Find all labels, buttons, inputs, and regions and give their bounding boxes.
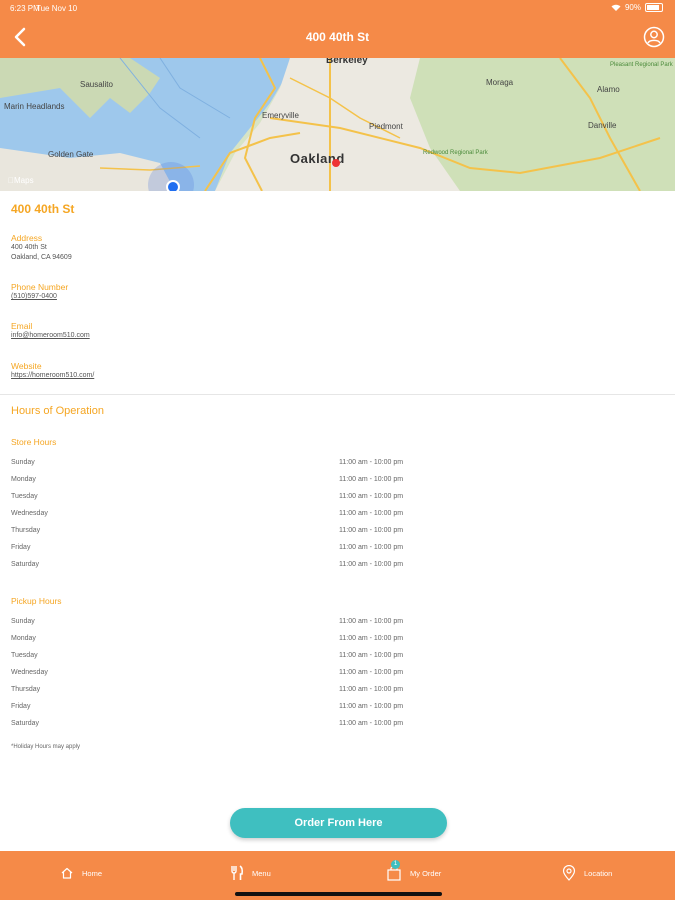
day-label: Saturday (11, 561, 40, 568)
holiday-note: *Holiday Hours may apply (11, 744, 81, 750)
map-label-alamo: Alamo (597, 85, 620, 94)
day-label: Friday (11, 703, 31, 710)
order-count-badge: 1 (391, 860, 400, 869)
store-hours-row: Friday 11:00 am - 10:00 pm (0, 544, 675, 556)
wifi-icon (611, 4, 621, 11)
location-icon (562, 865, 576, 881)
order-from-here-button[interactable]: Order From Here (230, 808, 447, 838)
header-bar: 6:23 PM Tue Nov 10 90% 400 40th St (0, 0, 675, 58)
pickup-hours-row: Thursday 11:00 am - 10:00 pm (0, 686, 675, 698)
phone-label: Phone Number (11, 282, 69, 292)
tab-menu-label: Menu (252, 868, 271, 878)
hours-value: 11:00 am - 10:00 pm (339, 618, 404, 625)
day-label: Saturday (11, 720, 40, 727)
day-label: Sunday (11, 459, 35, 466)
battery-percent: 90% (624, 3, 641, 12)
address-label: Address (11, 233, 43, 243)
section-divider (0, 394, 675, 395)
hours-value: 11:00 am - 10:00 pm (339, 544, 404, 551)
day-label: Wednesday (11, 510, 48, 517)
hours-value: 11:00 am - 10:00 pm (339, 476, 404, 483)
hours-value: 11:00 am - 10:00 pm (339, 527, 404, 534)
map-label-emeryville: Emeryville (262, 111, 299, 120)
tab-home-label: Home (82, 868, 103, 878)
day-label: Monday (11, 476, 36, 483)
store-hours-row: Thursday 11:00 am - 10:00 pm (0, 527, 675, 539)
map-label-redwood: Redwood Regional Park (423, 150, 488, 156)
hours-value: 11:00 am - 10:00 pm (339, 669, 404, 676)
hours-value: 11:00 am - 10:00 pm (339, 561, 404, 568)
store-hours-row: Wednesday 11:00 am - 10:00 pm (0, 510, 675, 522)
map-label-piedmont: Piedmont (369, 122, 403, 131)
day-label: Tuesday (11, 652, 38, 659)
tab-location-label: Location (584, 868, 613, 878)
hours-value: 11:00 am - 10:00 pm (339, 703, 404, 710)
day-label: Tuesday (11, 493, 38, 500)
menu-icon (231, 865, 244, 880)
email-link[interactable]: info@homeroom510.com (11, 332, 90, 339)
hours-value: 11:00 am - 10:00 pm (339, 686, 404, 693)
website-label: Website (11, 361, 42, 371)
location-map[interactable]: Berkeley Oakland Emeryville Piedmont Mor… (0, 58, 675, 191)
hours-title: Hours of Operation (11, 405, 104, 417)
store-hours-row: Saturday 11:00 am - 10:00 pm (0, 561, 675, 573)
tab-menu[interactable]: Menu (230, 864, 271, 882)
maps-attribution: Maps (8, 176, 34, 185)
hours-value: 11:00 am - 10:00 pm (339, 635, 404, 642)
hours-value: 11:00 am - 10:00 pm (339, 459, 404, 466)
status-bar: 6:23 PM Tue Nov 10 90% (0, 0, 675, 16)
map-label-moraga: Moraga (486, 78, 514, 87)
website-link[interactable]: https://homeroom510.com/ (11, 372, 94, 379)
store-hours-title: Store Hours (11, 437, 57, 447)
home-indicator (235, 892, 442, 896)
status-date: Tue Nov 10 (36, 4, 78, 13)
map-graphic (0, 58, 675, 191)
hours-value: 11:00 am - 10:00 pm (339, 493, 404, 500)
hours-value: 11:00 am - 10:00 pm (339, 720, 404, 727)
pickup-hours-row: Tuesday 11:00 am - 10:00 pm (0, 652, 675, 664)
map-label-sausalito: Sausalito (80, 80, 113, 89)
tab-home[interactable]: Home (60, 864, 102, 882)
tab-location[interactable]: Location (562, 864, 612, 882)
address-line1: 400 40th St (11, 244, 47, 251)
map-label-danville: Danville (588, 121, 617, 130)
day-label: Friday (11, 544, 31, 551)
phone-link[interactable]: (510)597-0400 (11, 293, 57, 300)
profile-icon[interactable] (643, 26, 665, 48)
day-label: Thursday (11, 527, 41, 534)
day-label: Sunday (11, 618, 35, 625)
pickup-hours-title: Pickup Hours (11, 596, 62, 606)
maps-attribution-text: Maps (8, 176, 34, 185)
status-right: 90% (611, 3, 663, 12)
pickup-hours-row: Monday 11:00 am - 10:00 pm (0, 635, 675, 647)
address-line2: Oakland, CA 94609 (11, 254, 72, 261)
day-label: Monday (11, 635, 36, 642)
store-hours-row: Tuesday 11:00 am - 10:00 pm (0, 493, 675, 505)
map-label-pleasant: Pleasant Regional Park (610, 62, 673, 68)
store-pin-icon[interactable] (332, 159, 340, 167)
hours-value: 11:00 am - 10:00 pm (339, 510, 404, 517)
hours-value: 11:00 am - 10:00 pm (339, 652, 404, 659)
day-label: Wednesday (11, 669, 48, 676)
home-icon (61, 867, 73, 879)
email-label: Email (11, 321, 33, 331)
tab-my-order-label: My Order (410, 868, 442, 878)
user-location-dot (166, 180, 180, 191)
pickup-hours-row: Saturday 11:00 am - 10:00 pm (0, 720, 675, 732)
battery-icon (645, 3, 663, 12)
map-label-golden-gate: Golden Gate (48, 150, 94, 159)
store-hours-row: Monday 11:00 am - 10:00 pm (0, 476, 675, 488)
map-label-marin: Marin Headlands (4, 102, 65, 111)
pickup-hours-row: Wednesday 11:00 am - 10:00 pm (0, 669, 675, 681)
pickup-hours-row: Friday 11:00 am - 10:00 pm (0, 703, 675, 715)
store-name: 400 40th St (11, 202, 75, 216)
page-title: 400 40th St (305, 30, 370, 44)
map-label-berkeley: Berkeley (326, 58, 368, 66)
pickup-hours-row: Sunday 11:00 am - 10:00 pm (0, 618, 675, 630)
store-hours-row: Sunday 11:00 am - 10:00 pm (0, 459, 675, 471)
day-label: Thursday (11, 686, 41, 693)
